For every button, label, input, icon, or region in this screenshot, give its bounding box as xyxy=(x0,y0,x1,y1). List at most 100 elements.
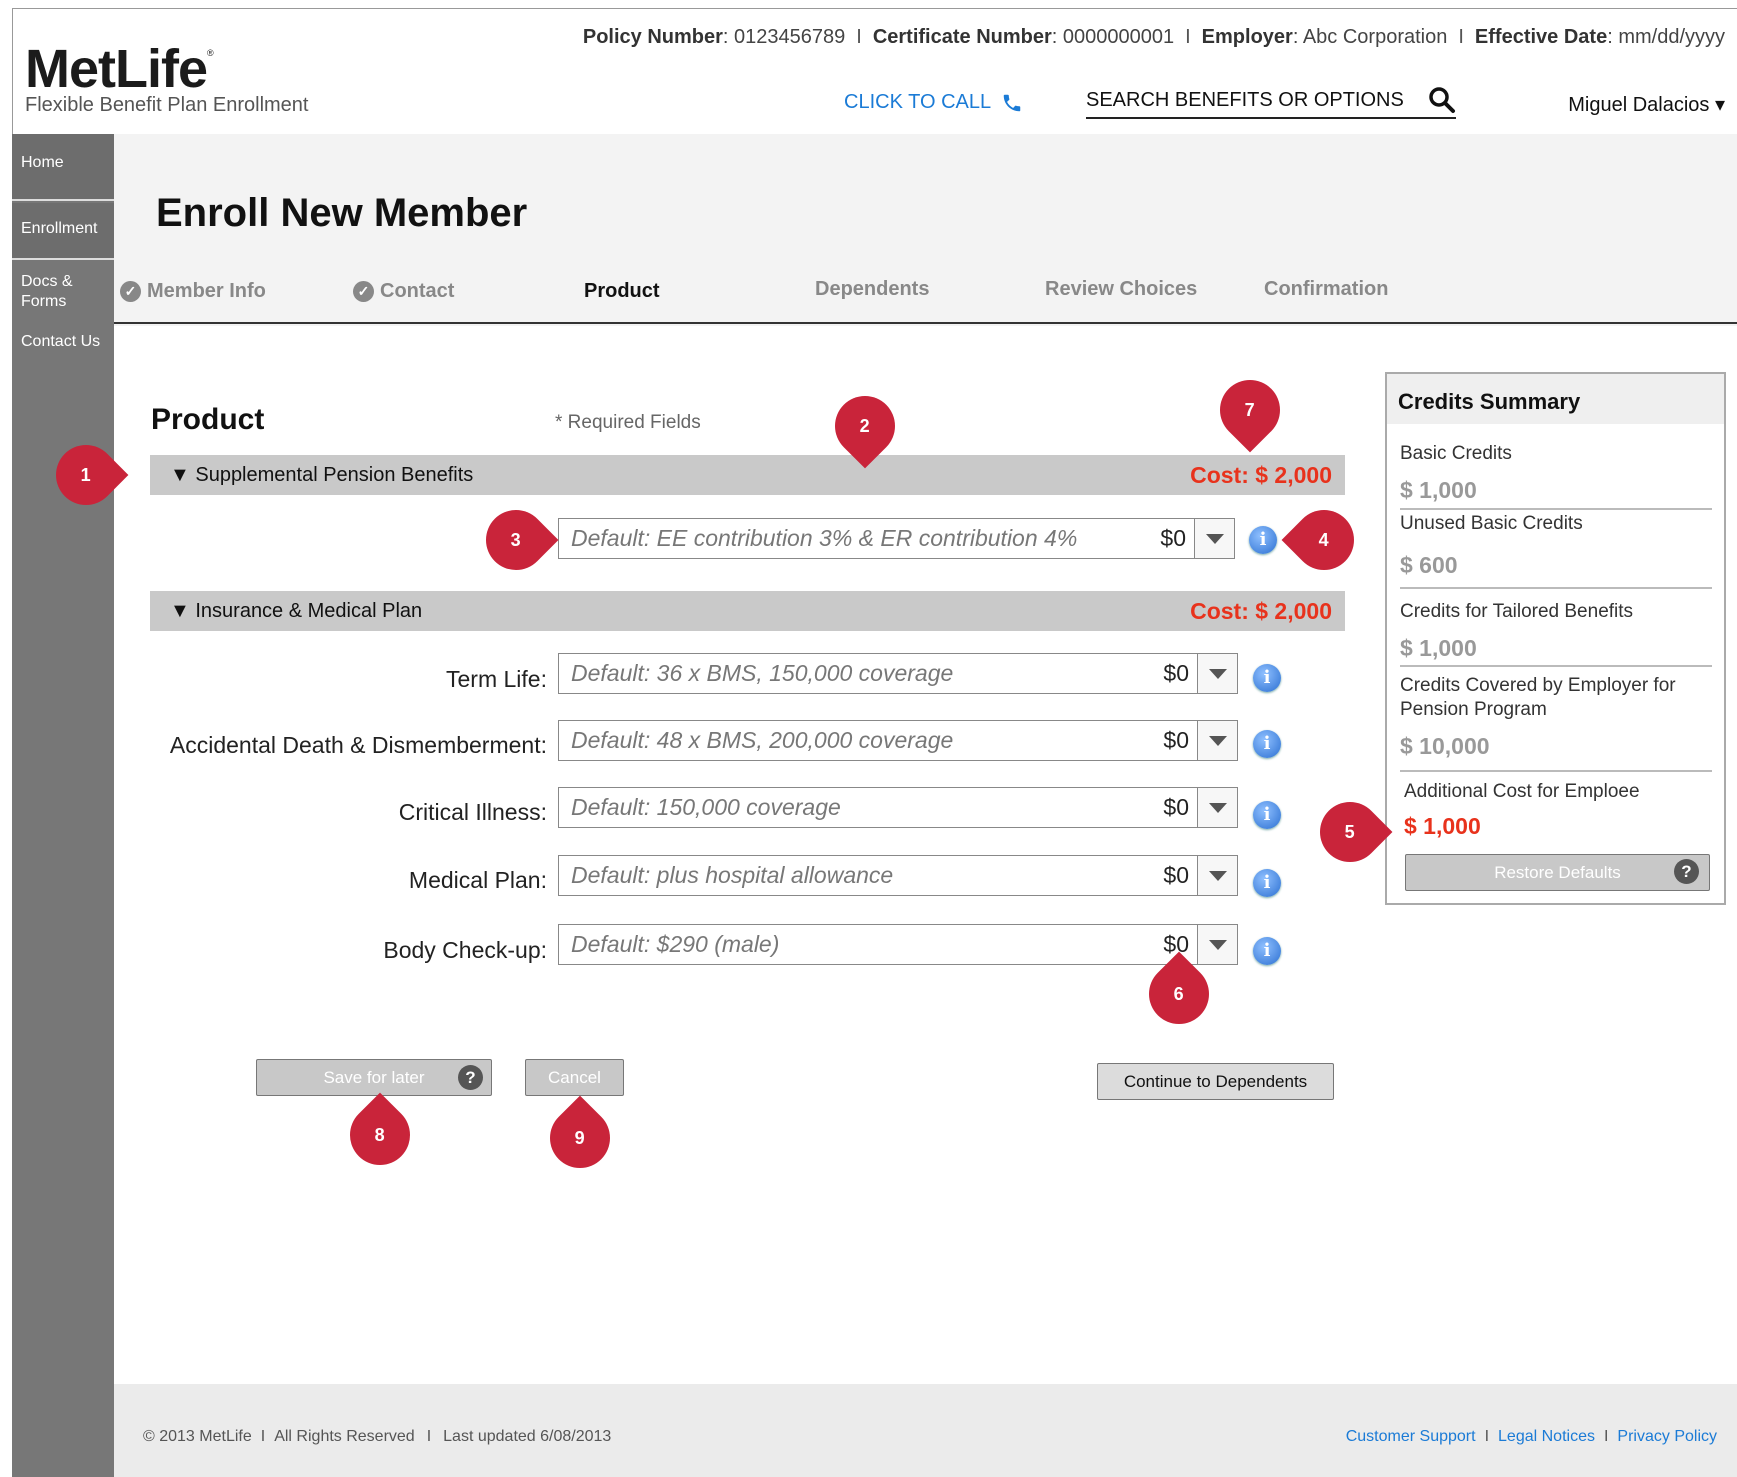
customer-support-link[interactable]: Customer Support xyxy=(1346,1428,1476,1445)
credit-employer-pension: Credits Covered by Employer for Pension … xyxy=(1400,674,1710,760)
credit-label: Unused Basic Credits xyxy=(1400,513,1583,534)
restore-defaults-button[interactable]: Restore Defaults xyxy=(1405,854,1710,891)
employer-label: Employer xyxy=(1201,26,1293,48)
separator: I xyxy=(1458,26,1464,48)
sidebar-item-home[interactable]: Home xyxy=(12,134,114,201)
chevron-down-icon xyxy=(1208,668,1227,679)
dropdown-button[interactable] xyxy=(1197,654,1237,693)
step-label: Product xyxy=(584,280,660,302)
button-label: Restore Defaults xyxy=(1494,862,1621,882)
cancel-button[interactable]: Cancel xyxy=(525,1059,624,1096)
term-life-select[interactable]: Default: 36 x BMS, 150,000 coverage $0 xyxy=(558,653,1238,694)
step-label: Confirmation xyxy=(1264,278,1389,300)
group-cost: Cost: $ 2,000 xyxy=(1190,461,1332,488)
progress-steps: ✓ Member Info ✓ Contact Product Dependen… xyxy=(114,278,1737,324)
credit-value: $ 1,000 xyxy=(1400,477,1477,503)
check-icon: ✓ xyxy=(120,281,141,302)
select-price: $0 xyxy=(1163,727,1189,753)
step-contact[interactable]: ✓ Contact xyxy=(353,280,454,303)
select-value: Default: 48 x BMS, 200,000 coverage xyxy=(571,727,954,753)
info-icon[interactable]: i xyxy=(1253,664,1281,692)
step-dependents[interactable]: Dependents xyxy=(815,278,929,301)
divider xyxy=(1400,665,1712,667)
info-icon[interactable]: i xyxy=(1253,730,1281,758)
chevron-down-icon xyxy=(1208,870,1227,881)
critical-illness-select[interactable]: Default: 150,000 coverage $0 xyxy=(558,787,1238,828)
step-product[interactable]: Product xyxy=(584,280,660,303)
metlife-logo[interactable]: MetLife® xyxy=(25,38,214,100)
info-icon[interactable]: i xyxy=(1253,801,1281,829)
chevron-down-icon xyxy=(1208,802,1227,813)
dropdown-button[interactable] xyxy=(1197,925,1237,964)
credit-label: Credits for Tailored Benefits xyxy=(1400,601,1634,622)
last-updated-text: Last updated 6/08/2013 xyxy=(443,1428,612,1445)
accidental-death-select[interactable]: Default: 48 x BMS, 200,000 coverage $0 xyxy=(558,720,1238,761)
button-label: Cancel xyxy=(548,1067,601,1087)
separator: I xyxy=(426,1428,432,1445)
step-review-choices[interactable]: Review Choices xyxy=(1045,278,1197,301)
credit-value: $ 10,000 xyxy=(1400,733,1490,759)
click-to-call-label: CLICK TO CALL xyxy=(844,91,992,113)
credit-value: $ 600 xyxy=(1400,552,1458,578)
step-label: Member Info xyxy=(147,280,266,302)
chevron-down-icon xyxy=(1208,939,1227,950)
info-icon[interactable]: i xyxy=(1249,526,1277,554)
click-to-call-link[interactable]: CLICK TO CALL xyxy=(844,91,1023,114)
select-price: $0 xyxy=(1163,862,1189,888)
step-confirmation[interactable]: Confirmation xyxy=(1264,278,1388,301)
separator: I xyxy=(1484,1428,1490,1445)
credit-tailored-benefits: Credits for Tailored Benefits $ 1,000 xyxy=(1400,600,1710,662)
select-value: Default: 36 x BMS, 150,000 coverage xyxy=(571,660,954,686)
select-price: $0 xyxy=(1160,525,1186,551)
divider xyxy=(1400,770,1712,772)
step-label: Dependents xyxy=(815,278,930,300)
select-value: Default: EE contribution 3% & ER contrib… xyxy=(571,525,1078,551)
sidebar-item-label: Enrollment xyxy=(21,220,98,237)
body-checkup-select[interactable]: Default: $290 (male) $0 xyxy=(558,924,1238,965)
user-menu[interactable]: Miguel Dalacios ▾ xyxy=(1568,92,1725,117)
group-insurance-medical[interactable]: ▼ Insurance & Medical Plan Cost: $ 2,000 xyxy=(150,591,1345,631)
pension-contribution-select[interactable]: Default: EE contribution 3% & ER contrib… xyxy=(558,518,1235,559)
credit-unused-basic: Unused Basic Credits $ 600 xyxy=(1400,512,1710,579)
footer-copyright: © 2013 MetLife I All Rights Reserved I Last … xyxy=(143,1428,611,1446)
continue-to-dependents-button[interactable]: Continue to Dependents xyxy=(1097,1063,1334,1100)
body-checkup-label: Body Check-up: xyxy=(383,937,547,963)
help-icon[interactable]: ? xyxy=(458,1065,483,1090)
search-icon[interactable] xyxy=(1428,86,1456,114)
credit-value: $ 1,000 xyxy=(1400,635,1477,661)
dropdown-button[interactable] xyxy=(1197,856,1237,895)
group-supplemental-pension[interactable]: ▼ Supplemental Pension Benefits Cost: $ … xyxy=(150,455,1345,495)
privacy-policy-link[interactable]: Privacy Policy xyxy=(1617,1428,1717,1445)
search-benefits[interactable]: SEARCH BENEFITS OR OPTIONS xyxy=(1086,86,1456,119)
legal-notices-link[interactable]: Legal Notices xyxy=(1498,1428,1595,1445)
dropdown-button[interactable] xyxy=(1194,519,1234,558)
sidebar-item-docs-forms[interactable]: Docs & Forms xyxy=(12,272,114,312)
step-member-info[interactable]: ✓ Member Info xyxy=(120,280,266,303)
dropdown-button[interactable] xyxy=(1197,721,1237,760)
check-icon: ✓ xyxy=(353,281,374,302)
credit-basic: Basic Credits $ 1,000 xyxy=(1400,442,1710,504)
help-icon[interactable]: ? xyxy=(1674,859,1699,884)
medical-plan-select[interactable]: Default: plus hospital allowance $0 xyxy=(558,855,1238,896)
button-label: Continue to Dependents xyxy=(1123,1071,1308,1091)
policy-number-value: : 0123456789 xyxy=(722,26,846,48)
search-label: SEARCH BENEFITS OR OPTIONS xyxy=(1086,88,1404,111)
critical-illness-label: Critical Illness: xyxy=(398,799,547,825)
phone-icon xyxy=(1003,94,1021,111)
medical-plan-label: Medical Plan: xyxy=(408,867,547,893)
sidebar-item-enrollment[interactable]: Enrollment xyxy=(12,203,114,260)
info-icon[interactable]: i xyxy=(1253,937,1281,965)
save-for-later-button[interactable]: Save for later xyxy=(256,1059,492,1096)
sidebar-item-contact-us[interactable]: Contact Us xyxy=(12,333,114,351)
certificate-number-label: Certificate Number xyxy=(872,26,1052,48)
group-label: ▼ Insurance & Medical Plan xyxy=(170,599,423,622)
sidebar-item-label: Contact Us xyxy=(21,333,101,350)
credit-label: Basic Credits xyxy=(1400,443,1512,464)
term-life-label: Term Life: xyxy=(446,666,547,692)
separator: I xyxy=(1185,26,1191,48)
info-icon[interactable]: i xyxy=(1253,869,1281,897)
step-label: Contact xyxy=(380,280,455,302)
dropdown-button[interactable] xyxy=(1197,788,1237,827)
separator: I xyxy=(260,1428,266,1445)
page-title: Enroll New Member xyxy=(156,191,528,235)
